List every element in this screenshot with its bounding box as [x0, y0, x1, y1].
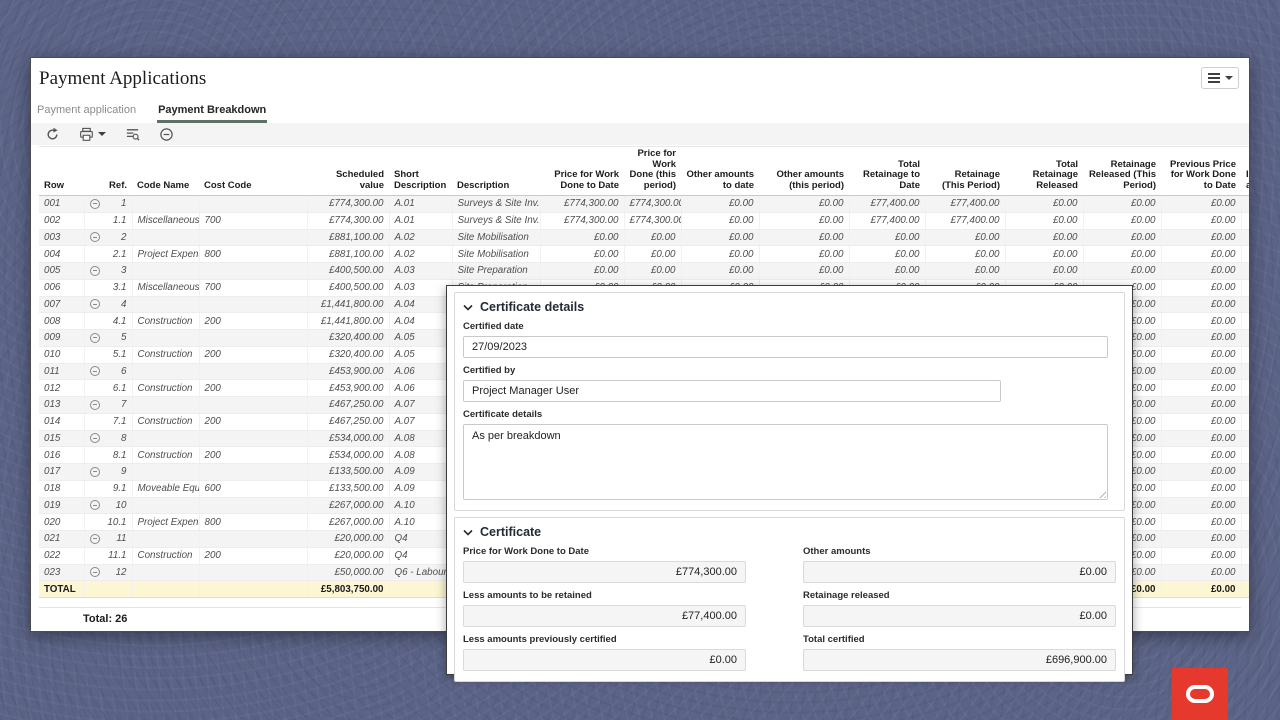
- table-row[interactable]: 0053£400,500.00A.03Site Preparation£0.00…: [39, 263, 1249, 280]
- certificate-details-section: Certificate details Certified date 27/09…: [454, 292, 1125, 511]
- certificate-panel: Certificate details Certified date 27/09…: [446, 285, 1133, 675]
- certificate-details-label: Certificate details: [463, 409, 1116, 420]
- window-menu-button[interactable]: [1201, 67, 1239, 89]
- less-amounts-retained-field[interactable]: £77,400.00: [463, 605, 746, 627]
- query-by-example-button[interactable]: [125, 127, 140, 142]
- collapse-row-icon[interactable]: [90, 467, 100, 477]
- page-title: Payment Applications: [39, 68, 206, 90]
- tab-payment-application[interactable]: Payment application: [36, 101, 137, 123]
- column-header-total_retainage_released[interactable]: Total Retainage Released: [1005, 147, 1083, 196]
- tab-payment-breakdown[interactable]: Payment Breakdown: [157, 101, 267, 123]
- column-header-code_name[interactable]: Code Name: [132, 147, 199, 196]
- total-certified-field[interactable]: £696,900.00: [803, 649, 1116, 671]
- collapse-row-icon[interactable]: [90, 266, 100, 276]
- collapse-row-icon[interactable]: [90, 232, 100, 242]
- collapse-row-icon[interactable]: [90, 366, 100, 376]
- collapse-all-button[interactable]: [159, 127, 174, 142]
- column-header-total_retainage_to_date[interactable]: Total Retainage to Date: [849, 147, 925, 196]
- certificate-details-textarea[interactable]: As per breakdown: [463, 424, 1108, 500]
- collapse-row-icon[interactable]: [90, 299, 100, 309]
- table-row[interactable]: 0032£881,100.00A.02Site Mobilisation£0.0…: [39, 229, 1249, 246]
- certified-date-input[interactable]: 27/09/2023: [463, 336, 1108, 358]
- table-row[interactable]: 0021.1Miscellaneous700£774,300.00A.01Sur…: [39, 212, 1249, 229]
- collapse-row-icon[interactable]: [90, 500, 100, 510]
- window-header: Payment Applications: [31, 58, 1249, 101]
- table-toolbar: [31, 123, 1249, 145]
- column-header-scheduled_value[interactable]: Scheduled value: [307, 147, 389, 196]
- other-amounts-field[interactable]: £0.00: [803, 561, 1116, 583]
- table-row[interactable]: 0011£774,300.00A.01Surveys & Site Inv...…: [39, 196, 1249, 213]
- collapse-row-icon[interactable]: [90, 333, 100, 343]
- column-header-cost_code[interactable]: Cost Code: [199, 147, 307, 196]
- hamburger-icon: [1208, 77, 1220, 79]
- table-header-row: RowRef.Code NameCost CodeScheduled value…: [39, 147, 1249, 196]
- tab-bar: Payment application Payment Breakdown: [31, 101, 1249, 123]
- less-amounts-retained-label: Less amounts to be retained: [463, 590, 746, 601]
- retainage-released-label: Retainage released: [803, 590, 1116, 601]
- desktop: { "app": { "title": "Payment Application…: [0, 0, 1280, 720]
- chevron-down-icon: [463, 529, 473, 536]
- column-header-previous_price_for_work_done_to_date[interactable]: Previous Price for Work Done to Date: [1161, 147, 1241, 196]
- refresh-button[interactable]: [45, 127, 60, 142]
- column-header-ref[interactable]: Ref.: [84, 147, 132, 196]
- print-dropdown-caret-icon[interactable]: [98, 132, 106, 136]
- column-header-other_amounts_this_period[interactable]: Other amounts (this period): [759, 147, 849, 196]
- certificate-details-section-header[interactable]: Certificate details: [463, 300, 1116, 314]
- column-header-description[interactable]: Description: [452, 147, 540, 196]
- certified-by-label: Certified by: [463, 365, 1116, 376]
- query-by-example-icon: [125, 127, 140, 142]
- column-header-retainage_this_period[interactable]: Retainage (This Period): [925, 147, 1005, 196]
- refresh-icon: [45, 127, 60, 142]
- collapse-row-icon[interactable]: [90, 433, 100, 443]
- oracle-logo: [1172, 668, 1228, 720]
- collapse-row-icon[interactable]: [90, 199, 100, 209]
- certificate-section: Certificate Price for Work Done to Date …: [454, 517, 1125, 682]
- collapse-row-icon[interactable]: [90, 400, 100, 410]
- price-for-work-done-field[interactable]: £774,300.00: [463, 561, 746, 583]
- retainage-released-field[interactable]: £0.00: [803, 605, 1116, 627]
- less-amounts-previously-certified-field[interactable]: £0.00: [463, 649, 746, 671]
- certificate-section-header[interactable]: Certificate: [463, 525, 1116, 539]
- column-header-other_amounts_to_date[interactable]: Other amounts to date: [681, 147, 759, 196]
- print-button[interactable]: [79, 127, 106, 142]
- column-header-price_for_work_done_to_date[interactable]: Price for Work Done to Date: [540, 147, 624, 196]
- price-for-work-done-label: Price for Work Done to Date: [463, 546, 746, 557]
- column-header-price_for_work_done_this_period[interactable]: Price for Work Done (this period): [624, 147, 681, 196]
- column-header-row[interactable]: Row: [39, 147, 84, 196]
- section-title: Certificate details: [480, 300, 584, 314]
- collapse-all-icon: [159, 127, 174, 142]
- collapse-row-icon[interactable]: [90, 567, 100, 577]
- column-header-clipped[interactable]: I an: [1241, 147, 1249, 196]
- less-amounts-previously-certified-label: Less amounts previously certified: [463, 634, 746, 645]
- column-header-retainage_released_this_period[interactable]: Retainage Released (This Period): [1083, 147, 1161, 196]
- section-title: Certificate: [480, 525, 541, 539]
- chevron-down-icon: [463, 304, 473, 311]
- certified-by-input[interactable]: Project Manager User: [463, 380, 1001, 402]
- collapse-row-icon[interactable]: [90, 534, 100, 544]
- column-header-short_description[interactable]: Short Description: [389, 147, 452, 196]
- oracle-o-icon: [1186, 685, 1214, 703]
- print-icon: [79, 127, 94, 142]
- total-certified-label: Total certified: [803, 634, 1116, 645]
- table-row[interactable]: 0042.1Project Expenses800£881,100.00A.02…: [39, 246, 1249, 263]
- dropdown-caret-icon: [1225, 76, 1233, 80]
- certified-date-label: Certified date: [463, 321, 1116, 332]
- other-amounts-label: Other amounts: [803, 546, 1116, 557]
